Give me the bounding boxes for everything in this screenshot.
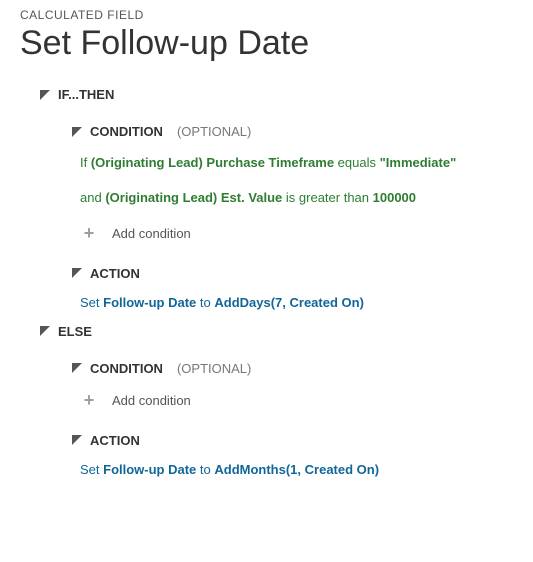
condition-field: (Originating Lead) Purchase Timeframe bbox=[91, 155, 334, 170]
add-condition-button-else[interactable]: + Add condition bbox=[20, 390, 513, 411]
collapse-toggle-if-action[interactable] bbox=[72, 268, 82, 278]
optional-label: (OPTIONAL) bbox=[177, 361, 251, 376]
if-then-header: IF...THEN bbox=[58, 87, 114, 102]
action-func: AddDays(7, Created On) bbox=[214, 295, 364, 310]
condition-operator: equals bbox=[334, 155, 380, 170]
page-title: Set Follow-up Date bbox=[20, 24, 513, 63]
action-prefix: Set bbox=[80, 295, 103, 310]
action-header: ACTION bbox=[90, 266, 140, 281]
action-field: Follow-up Date bbox=[103, 462, 196, 477]
condition-line-2[interactable]: and (Originating Lead) Est. Value is gre… bbox=[20, 188, 513, 209]
else-header: ELSE bbox=[58, 324, 92, 339]
collapse-toggle-if[interactable] bbox=[40, 90, 50, 100]
action-mid: to bbox=[196, 462, 214, 477]
add-condition-label: Add condition bbox=[112, 226, 191, 241]
action-line-else[interactable]: Set Follow-up Date to AddMonths(1, Creat… bbox=[20, 462, 513, 477]
collapse-toggle-else-action[interactable] bbox=[72, 435, 82, 445]
condition-operator: is greater than bbox=[282, 190, 372, 205]
action-func: AddMonths(1, Created On) bbox=[214, 462, 379, 477]
collapse-toggle-else-condition[interactable] bbox=[72, 363, 82, 373]
collapse-toggle-else[interactable] bbox=[40, 326, 50, 336]
action-mid: to bbox=[196, 295, 214, 310]
action-header: ACTION bbox=[90, 433, 140, 448]
action-prefix: Set bbox=[80, 462, 103, 477]
condition-line-1[interactable]: If (Originating Lead) Purchase Timeframe… bbox=[20, 153, 513, 174]
eyebrow-label: CALCULATED FIELD bbox=[20, 8, 513, 22]
collapse-toggle-if-condition[interactable] bbox=[72, 127, 82, 137]
condition-value: "Immediate" bbox=[380, 155, 457, 170]
condition-value: 100000 bbox=[373, 190, 416, 205]
condition-field: (Originating Lead) Est. Value bbox=[105, 190, 282, 205]
optional-label: (OPTIONAL) bbox=[177, 124, 251, 139]
condition-prefix: and bbox=[80, 190, 105, 205]
condition-header: CONDITION bbox=[90, 361, 163, 376]
condition-prefix: If bbox=[80, 155, 91, 170]
add-condition-button-if[interactable]: + Add condition bbox=[20, 223, 513, 244]
plus-icon: + bbox=[80, 390, 98, 411]
action-field: Follow-up Date bbox=[103, 295, 196, 310]
condition-header: CONDITION bbox=[90, 124, 163, 139]
add-condition-label: Add condition bbox=[112, 393, 191, 408]
plus-icon: + bbox=[80, 223, 98, 244]
action-line-if[interactable]: Set Follow-up Date to AddDays(7, Created… bbox=[20, 295, 513, 310]
